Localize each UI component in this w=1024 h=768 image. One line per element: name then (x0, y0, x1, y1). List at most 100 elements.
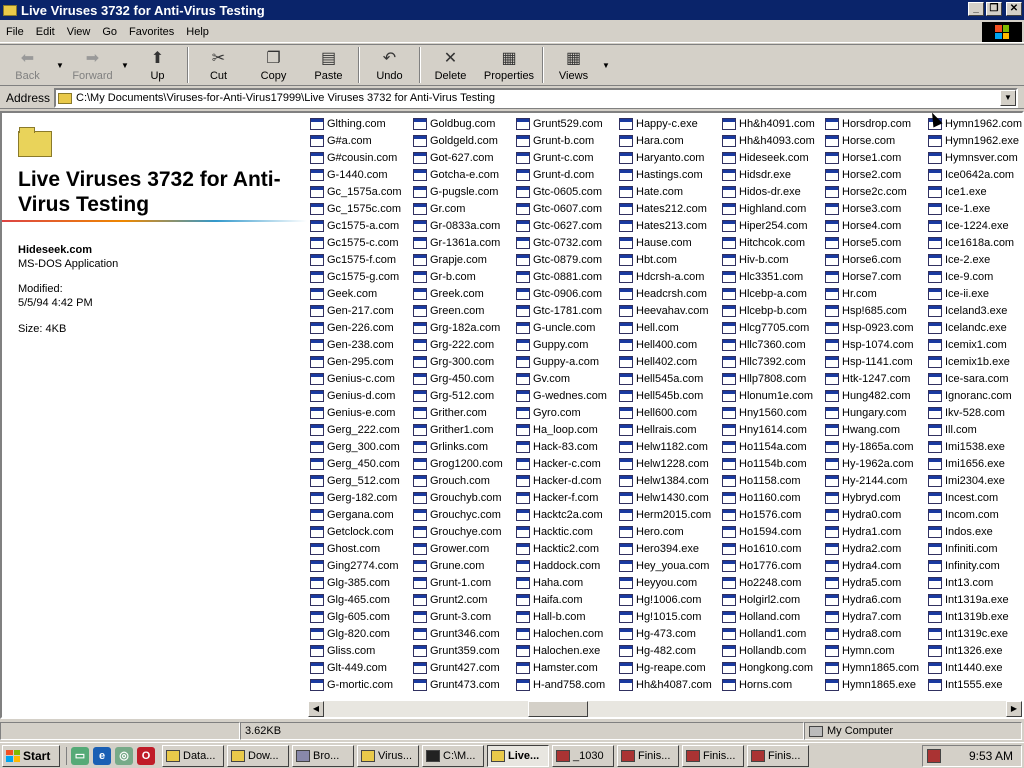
file-item[interactable]: Heyyou.com (617, 574, 720, 591)
file-item[interactable]: Highland.com (720, 200, 823, 217)
address-dropdown-icon[interactable]: ▼ (1000, 90, 1016, 106)
file-item[interactable]: Horse2.com (823, 166, 926, 183)
file-item[interactable]: Ice0642a.com (926, 166, 1022, 183)
file-item[interactable]: Ha_loop.com (514, 421, 617, 438)
file-item[interactable]: Ho1776.com (720, 557, 823, 574)
file-item[interactable]: Hg!1006.com (617, 591, 720, 608)
file-item[interactable]: Gtc-1781.com (514, 302, 617, 319)
file-item[interactable]: Hero.com (617, 523, 720, 540)
file-item[interactable]: Glg-820.com (308, 625, 411, 642)
back-button[interactable]: ⬅ Back (0, 45, 55, 85)
address-input[interactable]: C:\My Documents\Viruses-for-Anti-Virus17… (54, 88, 1018, 108)
file-item[interactable]: Hiv-b.com (720, 251, 823, 268)
file-item[interactable]: Genius-d.com (308, 387, 411, 404)
file-item[interactable]: Hybryd.com (823, 489, 926, 506)
menu-go[interactable]: Go (96, 26, 123, 38)
file-item[interactable]: Gen-295.com (308, 353, 411, 370)
file-item[interactable]: Ho1594.com (720, 523, 823, 540)
file-item[interactable]: Headcrsh.com (617, 285, 720, 302)
task-button[interactable]: Finis... (682, 744, 744, 767)
file-item[interactable]: Hlcg7705.com (720, 319, 823, 336)
file-item[interactable]: Hymn1865.com (823, 659, 926, 676)
file-item[interactable]: Int1319a.exe (926, 591, 1022, 608)
file-item[interactable]: Hara.com (617, 132, 720, 149)
task-button[interactable]: C:\M... (422, 744, 484, 767)
file-item[interactable]: Happy-c.exe (617, 115, 720, 132)
file-item[interactable]: Helw1430.com (617, 489, 720, 506)
file-item[interactable]: Gc1575-a.com (308, 217, 411, 234)
file-item[interactable]: Genius-e.com (308, 404, 411, 421)
file-item[interactable]: Gergana.com (308, 506, 411, 523)
file-item[interactable]: Helw1182.com (617, 438, 720, 455)
file-item[interactable]: Ho1154b.com (720, 455, 823, 472)
scroll-left-icon[interactable]: ◀ (308, 701, 324, 717)
file-item[interactable]: Hell545a.com (617, 370, 720, 387)
internet-explorer-icon[interactable]: e (93, 746, 111, 765)
file-item[interactable]: Glthing.com (308, 115, 411, 132)
file-item[interactable]: Horse6.com (823, 251, 926, 268)
menu-favorites[interactable]: Favorites (123, 26, 180, 38)
file-item[interactable]: Guppy-a.com (514, 353, 617, 370)
copy-button[interactable]: ❐ Copy (246, 45, 301, 85)
file-item[interactable]: Ice-9.com (926, 268, 1022, 285)
file-item[interactable]: Hydra2.com (823, 540, 926, 557)
file-item[interactable]: Halochen.com (514, 625, 617, 642)
file-item[interactable]: Horse.com (823, 132, 926, 149)
file-item[interactable]: Helw1228.com (617, 455, 720, 472)
file-item[interactable]: Gerg_300.com (308, 438, 411, 455)
file-item[interactable]: Hell600.com (617, 404, 720, 421)
file-item[interactable]: Hsp-1074.com (823, 336, 926, 353)
file-item[interactable]: Hydra7.com (823, 608, 926, 625)
cut-button[interactable]: ✂ Cut (191, 45, 246, 85)
file-item[interactable]: Grouchye.com (411, 523, 514, 540)
file-item[interactable]: Hymnsver.com (926, 149, 1022, 166)
file-item[interactable]: Hidos-dr.exe (720, 183, 823, 200)
file-item[interactable]: Horse7.com (823, 268, 926, 285)
menu-edit[interactable]: Edit (30, 26, 61, 38)
forward-dropdown-icon[interactable]: ▼ (120, 61, 130, 70)
task-button[interactable]: Dow... (227, 744, 289, 767)
task-button[interactable]: Virus... (357, 744, 419, 767)
file-item[interactable]: Hellrais.com (617, 421, 720, 438)
file-item[interactable]: Int1440.exe (926, 659, 1022, 676)
file-item[interactable]: Hacktc2a.com (514, 506, 617, 523)
file-item[interactable]: Hydra5.com (823, 574, 926, 591)
file-item[interactable]: Hydra1.com (823, 523, 926, 540)
file-item[interactable]: Grower.com (411, 540, 514, 557)
file-item[interactable]: Hbt.com (617, 251, 720, 268)
file-item[interactable]: Hny1614.com (720, 421, 823, 438)
file-item[interactable]: Haddock.com (514, 557, 617, 574)
file-item[interactable]: Ikv-528.com (926, 404, 1022, 421)
paste-button[interactable]: ▤ Paste (301, 45, 356, 85)
file-item[interactable]: Horsdrop.com (823, 115, 926, 132)
file-item[interactable]: Ho1154a.com (720, 438, 823, 455)
file-item[interactable]: Hell545b.com (617, 387, 720, 404)
file-item[interactable]: Glg-605.com (308, 608, 411, 625)
opera-icon[interactable]: O (137, 746, 155, 765)
file-item[interactable]: Hung482.com (823, 387, 926, 404)
views-dropdown-icon[interactable]: ▼ (601, 61, 611, 70)
file-item[interactable]: Gc1575-f.com (308, 251, 411, 268)
file-item[interactable]: Icemix1b.exe (926, 353, 1022, 370)
file-item[interactable]: Hacker-d.com (514, 472, 617, 489)
file-item[interactable]: Hr.com (823, 285, 926, 302)
file-item[interactable]: Grlinks.com (411, 438, 514, 455)
file-item[interactable]: Grog1200.com (411, 455, 514, 472)
file-item[interactable]: Icelandc.exe (926, 319, 1022, 336)
file-item[interactable]: Gc1575-c.com (308, 234, 411, 251)
file-item[interactable]: Hg-473.com (617, 625, 720, 642)
file-item[interactable]: Ice-1224.exe (926, 217, 1022, 234)
file-item[interactable]: Grunt-1.com (411, 574, 514, 591)
file-item[interactable]: Holgirl2.com (720, 591, 823, 608)
file-item[interactable]: Hymn1865.exe (823, 676, 926, 693)
file-item[interactable]: Hero394.exe (617, 540, 720, 557)
file-item[interactable]: Hates213.com (617, 217, 720, 234)
file-item[interactable]: Geek.com (308, 285, 411, 302)
file-item[interactable]: Hymn.com (823, 642, 926, 659)
file-item[interactable]: Gr.com (411, 200, 514, 217)
file-item[interactable]: Ho1158.com (720, 472, 823, 489)
file-item[interactable]: Hlcebp-b.com (720, 302, 823, 319)
file-item[interactable]: Hungary.com (823, 404, 926, 421)
file-item[interactable]: Gc_1575a.com (308, 183, 411, 200)
file-item[interactable]: Glg-385.com (308, 574, 411, 591)
